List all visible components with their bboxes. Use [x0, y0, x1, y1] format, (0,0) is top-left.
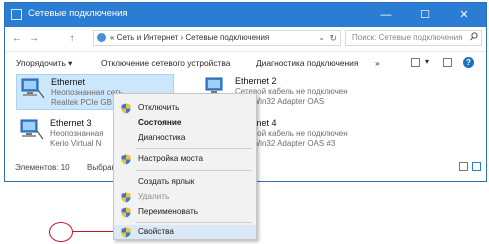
menu-item-label: Удалить — [138, 192, 170, 201]
up-button[interactable]: ↑ — [65, 31, 79, 47]
connection-adapter: Kerio Virtual N — [50, 139, 102, 148]
minimize-button[interactable]: — — [369, 5, 403, 25]
uac-shield-icon — [121, 103, 131, 114]
item-count: Элементов: 10 — [15, 163, 70, 172]
uac-shield-icon — [121, 154, 131, 165]
menu-item-diagnostics[interactable]: Диагностика — [114, 131, 256, 145]
menu-item-label: Диагностика — [138, 133, 186, 142]
selection-status: Выбран — [87, 163, 116, 172]
network-adapter-icon — [21, 78, 45, 99]
network-location-icon — [97, 33, 106, 42]
connection-status: Неопознанная — [50, 129, 104, 138]
menu-item-delete[interactable]: Удалить — [114, 190, 256, 204]
window-title: Сетевые подключения — [28, 8, 128, 19]
menu-item-label: Настройка моста — [138, 154, 204, 163]
search-input[interactable]: Поиск: Сетевые подключения — [345, 30, 482, 46]
annotation-circle — [49, 222, 73, 242]
menu-item-label: Свойства — [138, 227, 174, 236]
context-menu: Отключить Состояние Диагностика Настройк… — [113, 93, 257, 240]
command-bar: Упорядочить ▾ Отключение сетевого устрой… — [5, 51, 486, 74]
annotation-pointer-line — [73, 231, 113, 233]
connection-name: Ethernet 3 — [50, 118, 92, 128]
network-adapter-icon — [20, 119, 44, 140]
menu-item-label: Переименовать — [138, 207, 199, 216]
chevron-down-icon[interactable]: ▾ — [425, 57, 429, 66]
connection-adapter: Realtek PCIe GB — [51, 98, 112, 107]
organize-menu[interactable]: Упорядочить ▾ — [16, 58, 72, 68]
change-view-icon[interactable] — [411, 58, 420, 67]
menu-item-disable[interactable]: Отключить — [114, 101, 256, 115]
menu-item-bridge[interactable]: Настройка моста — [114, 152, 256, 166]
menu-item-label: Состояние — [138, 118, 182, 127]
maximize-button[interactable]: ☐ — [408, 5, 442, 25]
uac-shield-icon — [121, 227, 131, 238]
menu-separator — [136, 148, 252, 149]
address-toolbar: ← → ↑ « Сеть и Интернет › Сетевые подклю… — [5, 27, 486, 51]
connection-name: Ethernet — [51, 77, 86, 87]
back-button[interactable]: ← — [10, 31, 24, 47]
menu-item-rename[interactable]: Переименовать — [114, 205, 256, 219]
search-placeholder: Поиск: Сетевые подключения — [352, 33, 463, 42]
menu-item-properties[interactable]: Свойства — [114, 225, 256, 239]
forward-button[interactable]: → — [27, 31, 41, 47]
help-icon[interactable]: ? — [463, 57, 474, 68]
close-button[interactable]: ✕ — [447, 5, 481, 25]
preview-pane-icon[interactable] — [443, 58, 452, 67]
network-folder-icon — [11, 9, 22, 20]
menu-item-label: Отключить — [138, 103, 180, 112]
breadcrumb[interactable]: « Сеть и Интернет › Сетевые подключения — [110, 31, 269, 45]
menu-item-status[interactable]: Состояние — [114, 116, 256, 130]
menu-separator — [136, 170, 252, 171]
menu-item-label: Создать ярлык — [138, 177, 195, 186]
menu-item-create-shortcut[interactable]: Создать ярлык — [114, 175, 256, 189]
chevron-down-icon[interactable]: ⌄ — [318, 31, 325, 45]
more-commands-button[interactable]: » — [375, 58, 380, 68]
disable-device-button[interactable]: Отключение сетевого устройства — [101, 58, 230, 68]
title-bar[interactable]: Сетевые подключения — ☐ ✕ — [5, 3, 486, 27]
connection-status: Неопознанная сеть — [51, 88, 123, 97]
uac-shield-icon — [121, 207, 131, 218]
uac-shield-icon — [121, 192, 131, 203]
refresh-icon[interactable]: ↻ — [329, 31, 337, 45]
search-icon[interactable] — [470, 31, 478, 45]
diagnose-connection-button[interactable]: Диагностика подключения — [256, 58, 358, 68]
menu-separator — [136, 222, 252, 223]
tiles-view-icon[interactable] — [472, 162, 481, 171]
address-field[interactable]: « Сеть и Интернет › Сетевые подключения … — [93, 30, 341, 46]
connection-name: Ethernet 2 — [235, 76, 277, 86]
details-view-icon[interactable] — [459, 162, 468, 171]
